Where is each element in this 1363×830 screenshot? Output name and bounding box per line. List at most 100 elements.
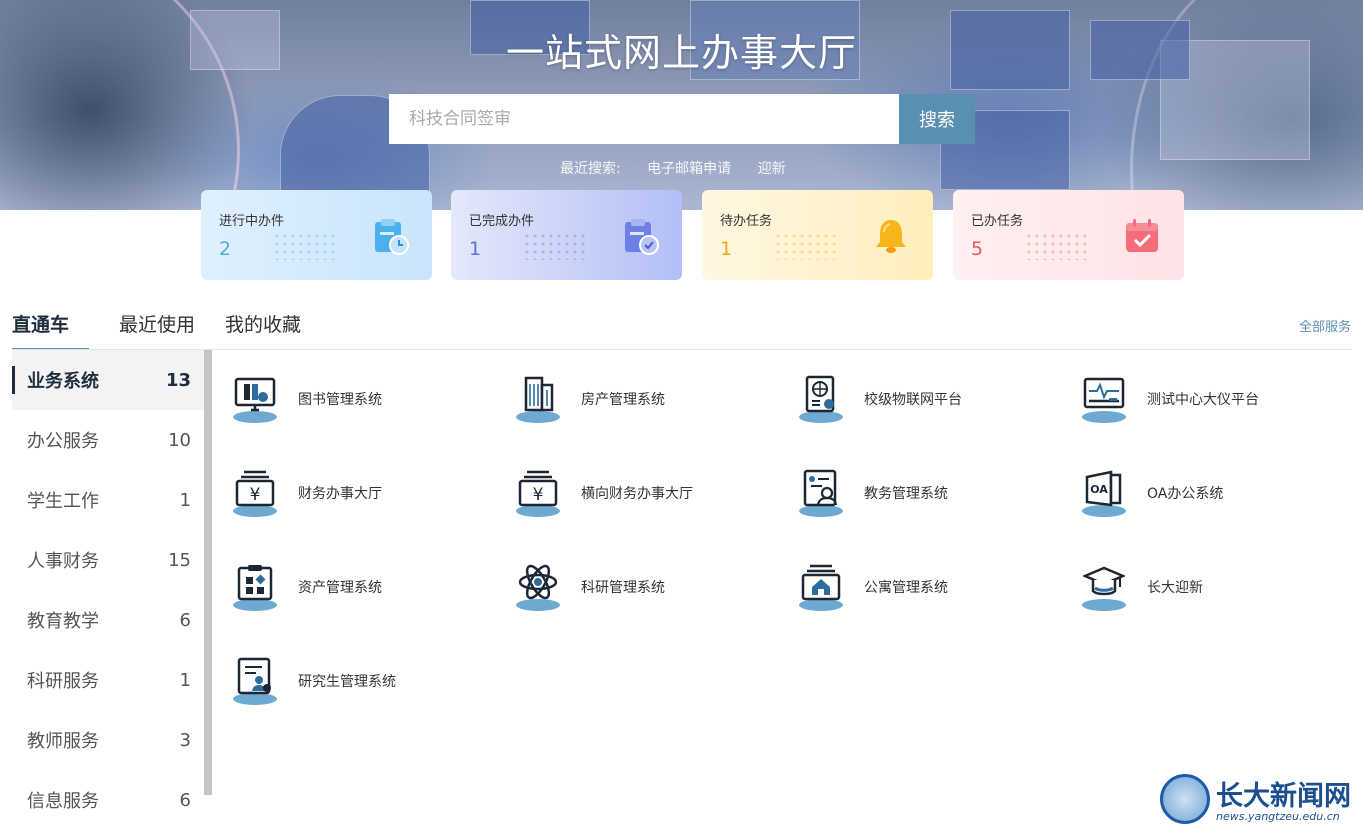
recent-search-item[interactable]: 迎新 — [758, 161, 786, 177]
watermark-title: 长大新闻网 — [1216, 781, 1351, 812]
clipboard-clock-icon — [375, 219, 409, 255]
university-seal-logo — [1160, 774, 1210, 824]
watermark-url: news.yangtzeu.edu.cn — [1216, 810, 1340, 823]
sidebar-item-label: 业务系统 — [27, 371, 99, 392]
clipboard-check-icon — [625, 219, 659, 255]
sidebar-item-information[interactable]: 信息服务 6 — [12, 770, 204, 830]
service-label: 校级物联网平台 — [864, 392, 962, 408]
tab-direct[interactable]: 直通车 — [12, 310, 90, 350]
yuan-finance-icon: ¥ — [518, 470, 558, 507]
sidebar-item-label: 教师服务 — [27, 731, 99, 752]
recent-searches: 最近搜索: 电子邮箱申请 迎新 — [560, 158, 808, 178]
sidebar-item-count: 15 — [168, 549, 191, 571]
news-watermark: 长大新闻网 news.yangtzeu.edu.cn — [1160, 772, 1360, 826]
service-label: 测试中心大仪平台 — [1147, 392, 1259, 408]
service-label: 房产管理系统 — [581, 392, 665, 408]
dots-decoration — [273, 232, 337, 260]
stat-label: 进行中办件 — [219, 214, 285, 229]
sidebar-item-count: 10 — [168, 429, 191, 451]
service-label: 长大迎新 — [1147, 580, 1203, 596]
instrument-monitor-icon — [1083, 377, 1125, 409]
service-item[interactable]: OA OA办公系统 — [1081, 468, 1341, 518]
apartment-house-icon — [801, 564, 841, 601]
sidebar-item-label: 科研服务 — [27, 671, 99, 692]
sidebar-item-count: 3 — [179, 729, 191, 751]
service-label: 横向财务办事大厅 — [581, 486, 693, 502]
sidebar-item-office[interactable]: 办公服务 10 — [12, 410, 204, 470]
dots-decoration — [774, 232, 838, 260]
service-item[interactable]: 房产管理系统 — [515, 374, 775, 424]
service-item[interactable]: 测试中心大仪平台 — [1081, 374, 1341, 424]
stat-value: 1 — [469, 238, 482, 260]
service-label: 图书管理系统 — [298, 392, 382, 408]
sidebar-item-research[interactable]: 科研服务 1 — [12, 650, 204, 710]
service-item[interactable]: 教务管理系统 — [798, 468, 1058, 518]
stat-value: 1 — [720, 238, 733, 260]
tab-favorites[interactable]: 我的收藏 — [225, 310, 301, 350]
stat-label: 已办任务 — [971, 214, 1024, 229]
stat-card-completed[interactable]: 已完成办件 1 — [451, 190, 682, 280]
oa-icon: OA — [1085, 470, 1122, 507]
service-label: 教务管理系统 — [864, 486, 948, 502]
service-item[interactable]: 资产管理系统 — [232, 562, 492, 612]
service-item[interactable]: ¥ 财务办事大厅 — [232, 468, 492, 518]
stat-card-todo[interactable]: 待办任务 1 — [702, 190, 933, 280]
service-label: 科研管理系统 — [581, 580, 665, 596]
iot-globe-icon — [805, 375, 835, 413]
svg-text:¥: ¥ — [533, 485, 544, 505]
hero-banner: 一站式网上办事大厅 搜索 最近搜索: 电子邮箱申请 迎新 — [0, 0, 1363, 210]
service-label: 财务办事大厅 — [298, 486, 382, 502]
tab-divider — [12, 349, 1352, 350]
service-item[interactable]: ¥ 横向财务办事大厅 — [515, 468, 775, 518]
sidebar-item-count: 1 — [179, 669, 191, 691]
sidebar-item-count: 13 — [165, 369, 191, 391]
service-item[interactable]: 校级物联网平台 — [798, 374, 1058, 424]
stat-label: 已完成办件 — [469, 214, 535, 229]
library-monitor-icon — [234, 377, 276, 412]
svg-text:OA: OA — [1090, 483, 1108, 496]
sidebar-item-education[interactable]: 教育教学 6 — [12, 590, 204, 650]
sidebar-item-count: 6 — [179, 609, 191, 631]
service-item[interactable]: 长大迎新 — [1081, 562, 1341, 612]
service-label: 公寓管理系统 — [864, 580, 948, 596]
sidebar-item-business[interactable]: 业务系统 13 — [12, 350, 204, 410]
stat-card-done[interactable]: 已办任务 5 — [953, 190, 1184, 280]
stat-label: 待办任务 — [720, 214, 773, 229]
sidebar-item-count: 6 — [179, 789, 191, 811]
search-bar: 搜索 — [389, 94, 975, 144]
tab-recent[interactable]: 最近使用 — [119, 310, 195, 350]
service-tabs: 直通车 最近使用 我的收藏 — [12, 310, 331, 350]
service-item[interactable]: 图书管理系统 — [232, 374, 492, 424]
service-item[interactable]: 公寓管理系统 — [798, 562, 1058, 612]
sidebar-item-label: 学生工作 — [27, 491, 99, 512]
sidebar-item-teacher[interactable]: 教师服务 3 — [12, 710, 204, 770]
graduate-doc-icon — [237, 657, 271, 695]
stat-card-in-progress[interactable]: 进行中办件 2 — [201, 190, 432, 280]
service-label: 研究生管理系统 — [298, 674, 396, 690]
page-title: 一站式网上办事大厅 — [505, 31, 857, 75]
graduation-cap-icon — [1083, 566, 1125, 596]
recent-search-item[interactable]: 电子邮箱申请 — [647, 161, 731, 177]
bell-icon — [876, 220, 906, 253]
service-label: OA办公系统 — [1147, 486, 1224, 502]
service-item[interactable]: 研究生管理系统 — [232, 656, 492, 706]
sidebar-item-label: 办公服务 — [27, 431, 99, 452]
search-button[interactable]: 搜索 — [899, 94, 975, 144]
dots-decoration — [523, 232, 587, 260]
dots-decoration — [1025, 232, 1089, 260]
stat-value: 2 — [219, 238, 232, 260]
sidebar-item-count: 1 — [179, 489, 191, 511]
all-services-link[interactable]: 全部服务 — [1299, 316, 1351, 335]
search-input[interactable] — [389, 94, 899, 144]
stat-value: 5 — [971, 238, 984, 260]
sidebar-scrollbar[interactable] — [204, 350, 212, 795]
sidebar-item-hr-finance[interactable]: 人事财务 15 — [12, 530, 204, 590]
sidebar-item-label: 人事财务 — [27, 551, 99, 572]
category-sidebar: 业务系统 13 办公服务 10 学生工作 1 人事财务 15 教育教学 6 科研… — [12, 350, 204, 828]
yuan-finance-icon: ¥ — [235, 470, 275, 507]
sidebar-item-student[interactable]: 学生工作 1 — [12, 470, 204, 530]
atom-icon — [518, 564, 558, 600]
service-item[interactable]: 科研管理系统 — [515, 562, 775, 612]
teaching-user-icon — [803, 469, 838, 507]
calendar-check-icon — [1126, 219, 1158, 252]
